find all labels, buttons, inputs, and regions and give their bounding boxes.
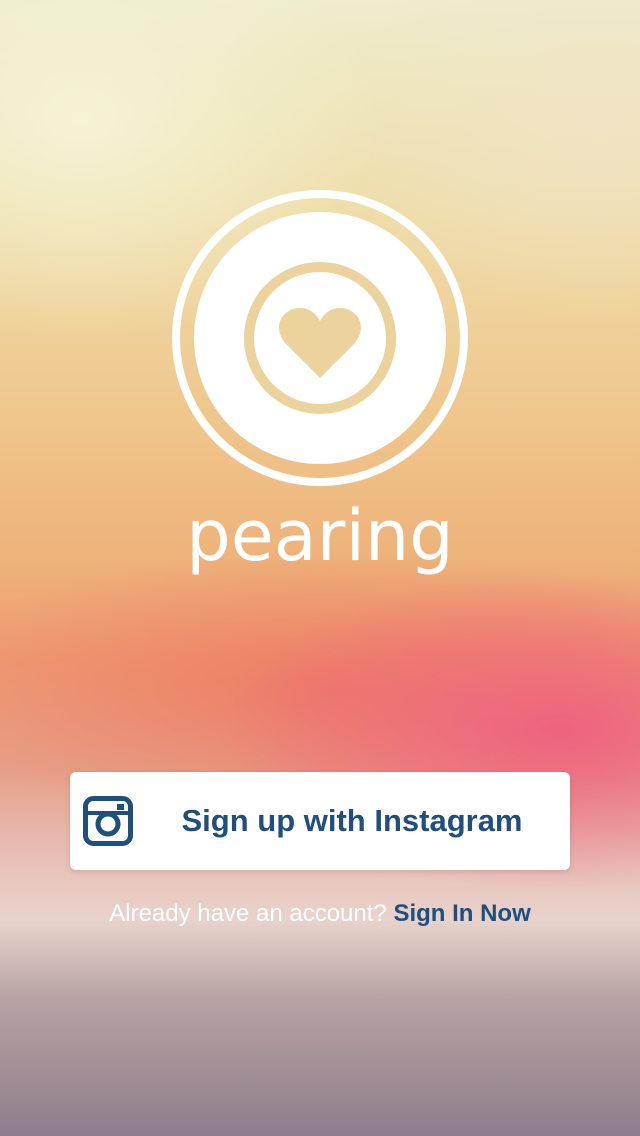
app-name: pearing: [186, 495, 454, 577]
signin-link[interactable]: Sign In Now: [393, 900, 530, 927]
app-logo: [170, 188, 470, 488]
instagram-icon: [83, 796, 133, 846]
signup-button-label: Sign up with Instagram: [181, 803, 523, 838]
signup-instagram-button[interactable]: Sign up with Instagram: [70, 772, 570, 870]
signin-prompt-row: Already have an account? Sign In Now: [0, 894, 640, 934]
heart-in-circle-icon: [172, 190, 468, 486]
signin-prompt-text: Already have an account?: [109, 900, 387, 927]
